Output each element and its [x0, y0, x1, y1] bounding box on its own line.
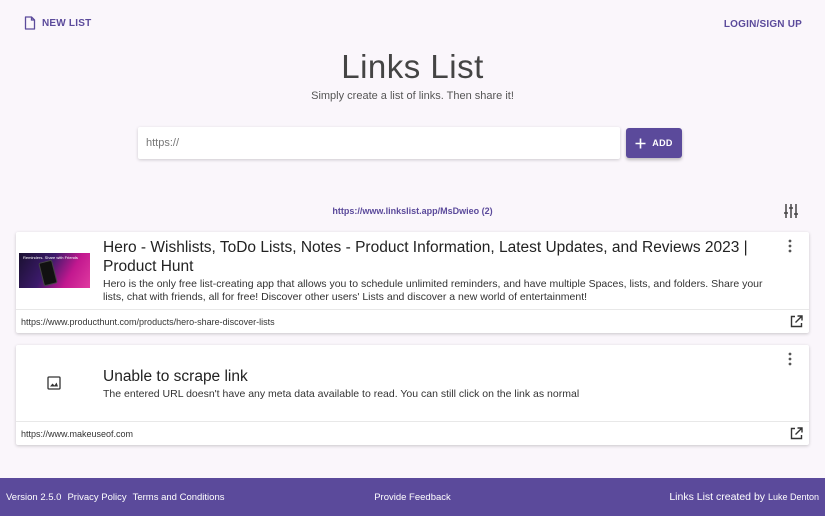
page-subtitle: Simply create a list of links. Then shar…	[311, 90, 514, 102]
open-link-button[interactable]	[790, 427, 803, 440]
link-title[interactable]: Unable to scrape link	[103, 367, 777, 386]
link-description: The entered URL doesn't have any meta da…	[103, 388, 580, 400]
login-signup-button[interactable]: LOGIN/SIGN UP	[724, 19, 802, 30]
filter-settings-button[interactable]	[783, 203, 799, 219]
image-placeholder-icon	[47, 376, 61, 390]
url-input[interactable]	[138, 127, 620, 159]
link-card: Unable to scrape link The entered URL do…	[16, 345, 809, 445]
add-button-label: ADD	[652, 138, 673, 148]
footer-credit: Links List created by Luke Denton	[669, 491, 819, 503]
link-url: https://www.makeuseof.com	[21, 429, 134, 439]
link-url: https://www.producthunt.com/products/her…	[21, 317, 275, 327]
link-title[interactable]: Hero - Wishlists, ToDo Lists, Notes - Pr…	[103, 238, 777, 276]
top-bar: NEW LIST LOGIN/SIGN UP	[0, 0, 825, 48]
link-description: Hero is the only free list-creating app …	[103, 278, 763, 303]
plus-icon	[635, 138, 646, 148]
more-vert-icon	[788, 352, 792, 366]
link-card: Reminders. Share with Friends Hero - Wis…	[16, 232, 809, 333]
credit-prefix: Links List created by	[669, 491, 766, 503]
open-in-new-icon	[790, 427, 803, 440]
more-options-button[interactable]	[785, 239, 795, 253]
phone-image	[38, 259, 58, 287]
more-vert-icon	[788, 239, 792, 253]
tune-icon	[784, 204, 798, 218]
new-list-button[interactable]: NEW LIST	[24, 16, 91, 30]
document-icon	[24, 16, 36, 30]
link-thumbnail[interactable]: Reminders. Share with Friends	[19, 253, 90, 288]
link-card-footer: https://www.makeuseof.com	[16, 421, 809, 445]
page-title: Links List	[341, 48, 484, 85]
open-link-button[interactable]	[790, 315, 803, 328]
more-options-button[interactable]	[785, 352, 795, 366]
author-link[interactable]: Luke Denton	[768, 492, 819, 502]
footer: Version 2.5.0 Privacy Policy Terms and C…	[0, 478, 825, 516]
share-link[interactable]: https://www.linkslist.app/MsDwieo (2)	[0, 206, 825, 216]
link-card-footer: https://www.producthunt.com/products/her…	[16, 309, 809, 333]
open-in-new-icon	[790, 315, 803, 328]
add-button[interactable]: ADD	[626, 128, 682, 158]
new-list-label: NEW LIST	[42, 17, 92, 29]
